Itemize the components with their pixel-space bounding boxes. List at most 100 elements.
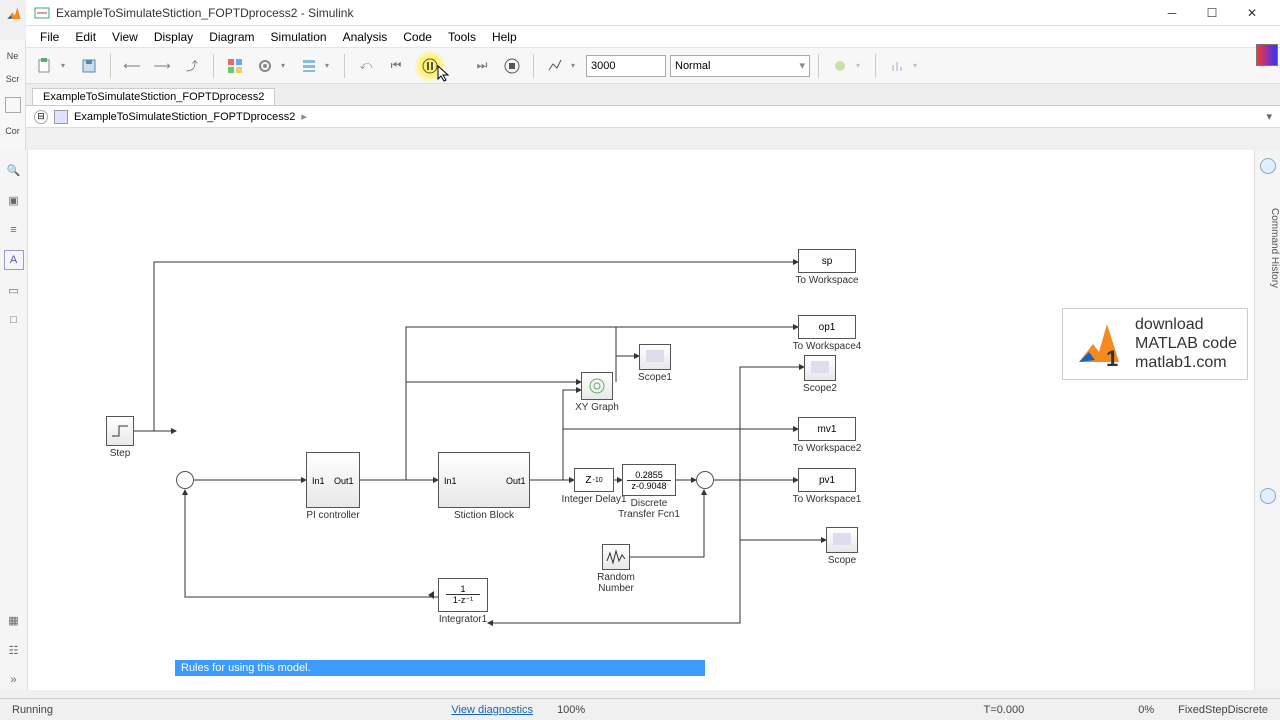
expand-tool[interactable]: » [4, 670, 24, 690]
breadcrumb-bar: ⊟ ExampleToSimulateStiction_FOPTDprocess… [26, 106, 1280, 128]
block-sum1[interactable] [176, 471, 194, 489]
side-panel[interactable]: Command History [1254, 150, 1280, 690]
menu-file[interactable]: File [32, 30, 67, 44]
side-panel-icon2[interactable] [1260, 488, 1276, 504]
build-button[interactable] [827, 53, 853, 79]
integrator-den: 1-z⁻¹ [453, 595, 473, 606]
annotate-tool[interactable]: A [4, 250, 24, 270]
stiction-out-port: Out1 [506, 476, 526, 486]
integrator-out-arrow [428, 591, 434, 599]
tab-strip: ExampleToSimulateStiction_FOPTDprocess2 [26, 84, 1280, 106]
breadcrumb-root[interactable]: ExampleToSimulateStiction_FOPTDprocess2 [74, 111, 295, 123]
wm-line1: download [1135, 315, 1237, 334]
library-browser-button[interactable] [222, 53, 248, 79]
close-button[interactable]: ✕ [1232, 1, 1272, 25]
sim-mode-select[interactable]: Normal▾ [670, 55, 810, 77]
menu-view[interactable]: View [104, 30, 146, 44]
menu-edit[interactable]: Edit [67, 30, 104, 44]
image-tool[interactable]: ▭ [4, 280, 24, 300]
block-mv1[interactable]: mv1 [798, 417, 856, 441]
step-next-button[interactable]: ⏭ [469, 53, 495, 79]
stop-button[interactable] [499, 53, 525, 79]
ribbon-overflow-icon[interactable] [1256, 44, 1278, 66]
model-tab[interactable]: ExampleToSimulateStiction_FOPTDprocess2 [32, 88, 275, 105]
step-back-button[interactable]: ⤺ [353, 53, 379, 79]
stiction-in-port: In1 [444, 476, 457, 486]
block-discrete-tf[interactable]: 0.2855 z-0.9048 [622, 464, 676, 496]
block-integrator[interactable]: 1 1-z⁻¹ [438, 578, 488, 612]
wm-line2: MATLAB code [1135, 334, 1237, 353]
config-button[interactable] [252, 53, 278, 79]
label-integrator: Integrator1 [439, 614, 487, 625]
model-canvas[interactable]: Step In1 Out1 PI controller In1 Out1 Sti… [28, 150, 1254, 690]
menu-tools[interactable]: Tools [440, 30, 484, 44]
minimize-button[interactable]: ─ [1152, 1, 1192, 25]
new-model-button[interactable] [32, 53, 58, 79]
window-title: ExampleToSimulateStiction_FOPTDprocess2 … [56, 6, 1152, 20]
fit-tool[interactable]: ▣ [4, 190, 24, 210]
block-random[interactable] [602, 544, 630, 570]
block-sp[interactable]: sp [798, 249, 856, 273]
save-button[interactable] [76, 53, 102, 79]
label-step: Step [110, 448, 131, 459]
restore-panel-icon[interactable] [1260, 158, 1276, 174]
block-sum2[interactable] [696, 471, 714, 489]
integrator-num: 1 [460, 584, 465, 594]
host-icon [5, 97, 21, 113]
menu-code[interactable]: Code [395, 30, 440, 44]
canvas-tool-palette: 🔍 ▣ ≡ A ▭ □ ▦ ☷ » [0, 150, 28, 690]
block-scope2[interactable] [804, 355, 836, 381]
block-scope1[interactable] [639, 344, 671, 370]
align-tool[interactable]: ≡ [4, 220, 24, 240]
menu-analysis[interactable]: Analysis [335, 30, 396, 44]
menu-help[interactable]: Help [484, 30, 525, 44]
block-op1[interactable]: op1 [798, 315, 856, 339]
status-zoom[interactable]: 100% [545, 704, 597, 716]
svg-text:1: 1 [1106, 346, 1118, 371]
layers-tool[interactable]: ☷ [4, 640, 24, 660]
menu-diagram[interactable]: Diagram [201, 30, 262, 44]
label-scope2: Scope2 [803, 383, 837, 394]
model-explorer-button[interactable] [296, 53, 322, 79]
model-note-banner[interactable]: Rules for using this model. [175, 660, 705, 676]
simulink-icon [34, 5, 50, 21]
model-root-icon[interactable] [54, 110, 68, 124]
label-stiction: Stiction Block [454, 510, 514, 521]
breadcrumb-dropdown[interactable]: ▾ [1266, 110, 1272, 123]
block-integer-delay[interactable]: Z-10 [574, 468, 614, 492]
status-running: Running [0, 704, 65, 716]
stop-time-input[interactable] [586, 55, 666, 77]
zoom-tool[interactable]: 🔍 [4, 160, 24, 180]
block-scope[interactable] [826, 527, 858, 553]
wm-line3: matlab1.com [1135, 353, 1237, 372]
step-prev-button[interactable]: ⏮ [383, 53, 409, 79]
block-pv1[interactable]: pv1 [798, 468, 856, 492]
label-scope1: Scope1 [638, 372, 672, 383]
label-sp: To Workspace [795, 275, 858, 286]
toolbar: ⟵ ⟶ ⤴ ⤺ ⏮ ⏭ Normal▾ [26, 48, 1280, 84]
label-random: Random Number [586, 572, 646, 594]
label-xy: XY Graph [575, 402, 619, 413]
dashboard-button[interactable] [884, 53, 910, 79]
back-button[interactable]: ⟵ [119, 53, 145, 79]
block-xy-graph[interactable] [581, 372, 613, 400]
signal-logging-button[interactable] [542, 53, 568, 79]
collapse-button[interactable]: ⊟ [34, 110, 48, 124]
pi-out-port: Out1 [334, 476, 354, 486]
overview-tool[interactable]: ▦ [4, 610, 24, 630]
maximize-button[interactable]: ☐ [1192, 1, 1232, 25]
forward-button[interactable]: ⟶ [149, 53, 175, 79]
host-txt-new: Ne [7, 51, 19, 61]
label-dtf: Discrete Transfer Fcn1 [614, 498, 684, 520]
up-button[interactable]: ⤴ [179, 53, 205, 79]
menu-simulation[interactable]: Simulation [263, 30, 335, 44]
status-solver: FixedStepDiscrete [1166, 704, 1280, 716]
block-step[interactable] [106, 416, 134, 446]
dtf-num: 0.2855 [635, 470, 663, 480]
status-view-diagnostics[interactable]: View diagnostics [439, 704, 545, 716]
area-tool[interactable]: □ [4, 310, 24, 330]
label-pi: PI controller [306, 510, 359, 521]
label-mv1: To Workspace2 [793, 443, 862, 454]
cursor-icon [437, 65, 451, 83]
menu-display[interactable]: Display [146, 30, 201, 44]
